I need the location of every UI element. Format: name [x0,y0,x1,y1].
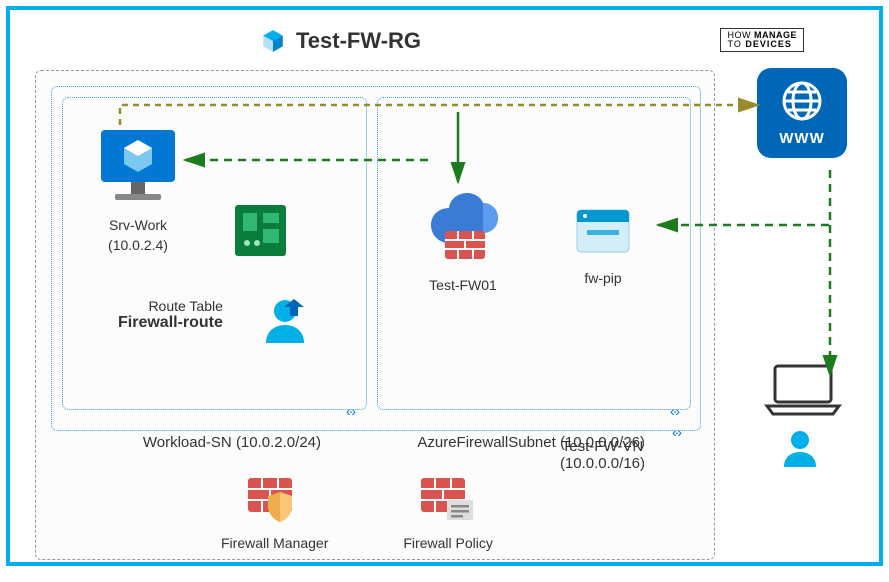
user-route-icon [258,335,313,352]
route-table-label: Route Table Firewall-route [118,298,223,332]
www-label: WWW [779,130,824,147]
vm-name: Srv-Work [93,217,183,233]
watermark-logo: HOW MANAGE TO DEVICES [720,28,804,52]
bottom-icons-row: Firewall Manager [221,476,493,551]
laptop-icon [763,362,843,422]
pip-name: fw-pip [573,270,633,286]
nic-icon [233,245,288,262]
internet-box: WWW [757,68,847,158]
resource-group-box: Srv-Work (10.0.2.4) [35,70,715,560]
vm-icon-block: Srv-Work (10.0.2.4) [93,128,183,253]
vnet-box: Srv-Work (10.0.2.4) [51,86,701,431]
vnet-label: Test-FW-VN (10.0.0.0/16) [560,438,645,472]
firewall-icon-block: Test-FW01 [423,193,503,293]
firewall-cloud-icon [423,255,503,272]
outer-frame: Test-FW-RG HOW MANAGE TO DEVICES [6,6,883,566]
resource-group-icon [260,28,286,54]
pip-icon-block: fw-pip [573,206,633,286]
nic-icon-block [233,203,288,263]
workload-subnet-label: Workload-SN (10.0.2.0/24) [143,434,321,451]
firewall-name: Test-FW01 [423,277,503,293]
peering-icon: ‹·› [672,424,680,440]
firewall-manager-icon [246,513,304,530]
peering-icon: ‹·› [346,403,354,419]
page-title: Test-FW-RG [296,28,421,54]
vm-icon [93,195,183,212]
firewall-policy-block: Firewall Policy [403,476,492,551]
vm-ip: (10.0.2.4) [93,237,183,253]
firewall-manager-block: Firewall Manager [221,476,328,551]
public-ip-icon [573,248,633,265]
external-user-icon [779,427,821,474]
route-user-icon-block [258,293,313,353]
firewall-subnet-box: Test-FW01 fw-pip [377,97,691,410]
firewall-policy-icon [419,513,477,530]
globe-icon [780,79,824,128]
title-bar: Test-FW-RG [260,28,421,54]
peering-icon: ‹·› [670,403,678,419]
workload-subnet-box: Srv-Work (10.0.2.4) [62,97,367,410]
